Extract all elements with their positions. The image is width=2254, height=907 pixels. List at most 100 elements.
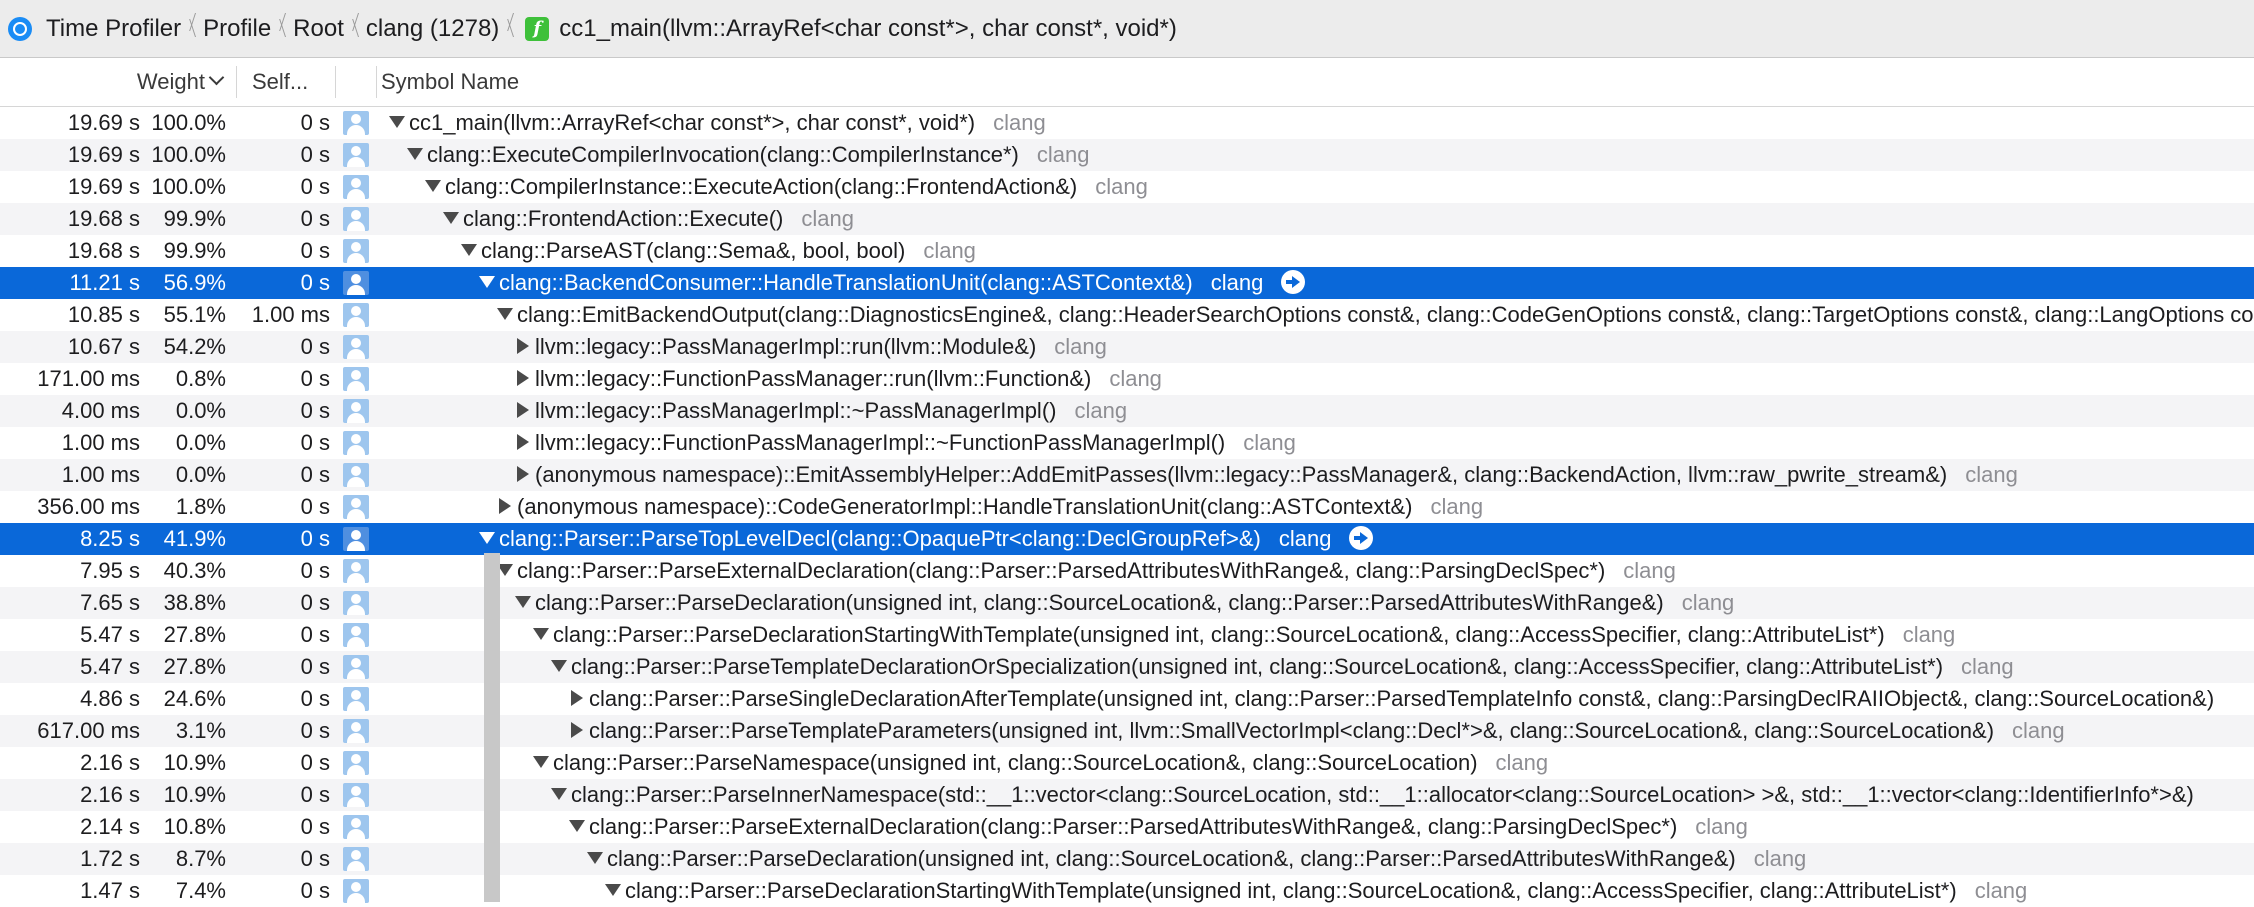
disclosure-expanded-icon[interactable] <box>533 628 549 641</box>
disclosure-expanded-icon[interactable] <box>551 660 567 673</box>
symbol-name: clang::ParseAST(clang::Sema&, bool, bool… <box>481 238 906 263</box>
disclosure-collapsed-icon[interactable] <box>517 402 529 419</box>
disclosure-expanded-icon[interactable] <box>497 308 513 321</box>
disclosure-expanded-icon[interactable] <box>479 532 495 545</box>
disclosure-expanded-icon[interactable] <box>551 788 567 801</box>
user-code-icon <box>343 719 369 743</box>
self-weight: 0 s <box>300 782 330 807</box>
call-tree-row[interactable]: 617.00 ms 3.1% 0 s clang::Parser::ParseTemp… <box>0 715 2254 747</box>
self-weight: 0 s <box>300 846 330 871</box>
call-tree-row[interactable]: 11.21 s 56.9% 0 s clang::BackendConsumer::H… <box>0 267 2254 299</box>
disclosure-expanded-icon[interactable] <box>443 212 459 225</box>
disclosure-collapsed-icon[interactable] <box>499 498 511 515</box>
call-tree-row[interactable]: 4.00 ms 0.0% 0 s llvm::legacy::PassManagerI… <box>0 395 2254 427</box>
column-weight[interactable]: Weight <box>0 58 225 106</box>
breadcrumb-item-function[interactable]: cc1_main(llvm::ArrayRef<char const*>, ch… <box>559 15 1177 43</box>
disclosure-expanded-icon[interactable] <box>407 148 423 161</box>
symbol-cell: clang::Parser::ParseExternalDeclaration(… <box>381 555 2254 587</box>
call-tree-row[interactable]: 7.65 s 38.8% 0 s clang::Parser::ParseDeclar… <box>0 587 2254 619</box>
self-weight: 0 s <box>300 366 330 391</box>
call-tree-row[interactable]: 19.68 s 99.9% 0 s clang::FrontendAction::Ex… <box>0 203 2254 235</box>
disclosure-collapsed-icon[interactable] <box>571 690 583 707</box>
disclosure-expanded-icon[interactable] <box>605 884 621 897</box>
weight-percent: 40.3% <box>163 558 226 583</box>
call-tree-row[interactable]: 4.86 s 24.6% 0 s clang::Parser::ParseSingle… <box>0 683 2254 715</box>
call-tree-row[interactable]: 356.00 ms 1.8% 0 s (anonymous namespace)::C… <box>0 491 2254 523</box>
user-code-icon <box>343 303 369 327</box>
column-symbol-name[interactable]: Symbol Name <box>381 58 519 106</box>
call-tree-row[interactable]: 2.16 s 10.9% 0 s clang::Parser::ParseInnerN… <box>0 779 2254 811</box>
symbol-cell: clang::Parser::ParseNamespace(unsigned i… <box>381 747 2254 779</box>
user-code-icon <box>343 367 369 391</box>
call-tree-row[interactable]: 2.14 s 10.8% 0 s clang::Parser::ParseExtern… <box>0 811 2254 843</box>
go-to-source-icon[interactable] <box>1349 526 1374 551</box>
call-tree-row[interactable]: 2.16 s 10.9% 0 s clang::Parser::ParseNamesp… <box>0 747 2254 779</box>
disclosure-collapsed-icon[interactable] <box>517 434 529 451</box>
disclosure-expanded-icon[interactable] <box>479 276 495 289</box>
symbol-cell: (anonymous namespace)::CodeGeneratorImpl… <box>381 491 2254 523</box>
call-tree-row[interactable]: 19.69 s 100.0% 0 s clang::CompilerInstance:… <box>0 171 2254 203</box>
call-tree-row[interactable]: 171.00 ms 0.8% 0 s llvm::legacy::FunctionPa… <box>0 363 2254 395</box>
call-tree-row[interactable]: 1.00 ms 0.0% 0 s (anonymous namespace)::Emi… <box>0 459 2254 491</box>
symbol-name: clang::EmitBackendOutput(clang::Diagnost… <box>517 302 2254 327</box>
disclosure-collapsed-icon[interactable] <box>517 370 529 387</box>
go-to-source-icon[interactable] <box>1281 270 1306 295</box>
breadcrumb-item-time-profiler[interactable]: Time Profiler <box>46 15 181 43</box>
weight-percent: 10.9% <box>163 782 226 807</box>
column-divider[interactable] <box>376 66 377 98</box>
disclosure-expanded-icon[interactable] <box>425 180 441 193</box>
column-divider[interactable] <box>236 66 237 98</box>
symbol-cell: clang::Parser::ParseInnerNamespace(std::… <box>381 779 2254 811</box>
call-tree-row[interactable]: 1.72 s 8.7% 0 s clang::Parser::ParseDeclara… <box>0 843 2254 875</box>
library-name: clang <box>1109 366 1162 391</box>
breadcrumb-item-profile[interactable]: Profile <box>203 15 271 43</box>
weight-time: 19.69 s <box>67 142 140 167</box>
disclosure-collapsed-icon[interactable] <box>517 466 529 483</box>
weight-percent: 56.9% <box>163 270 226 295</box>
call-tree-row[interactable]: 19.68 s 99.9% 0 s clang::ParseAST(clang::Se… <box>0 235 2254 267</box>
call-tree-row[interactable]: 1.00 ms 0.0% 0 s llvm::legacy::FunctionPass… <box>0 427 2254 459</box>
self-weight: 0 s <box>300 462 330 487</box>
disclosure-collapsed-icon[interactable] <box>517 338 529 355</box>
weight-time: 5.47 s <box>80 654 140 679</box>
weight-percent: 10.9% <box>163 750 226 775</box>
disclosure-expanded-icon[interactable] <box>569 820 585 833</box>
symbol-name: cc1_main(llvm::ArrayRef<char const*>, ch… <box>409 110 976 135</box>
call-tree-row[interactable]: 5.47 s 27.8% 0 s clang::Parser::ParseDeclar… <box>0 619 2254 651</box>
call-tree-row[interactable]: 8.25 s 41.9% 0 s clang::Parser::ParseTopLev… <box>0 523 2254 555</box>
call-tree-row[interactable]: 10.85 s 55.1% 1.00 ms clang::EmitBackendOut… <box>0 299 2254 331</box>
user-code-icon <box>343 815 369 839</box>
user-code-icon <box>343 655 369 679</box>
call-tree-row[interactable]: 5.47 s 27.8% 0 s clang::Parser::ParseTempla… <box>0 651 2254 683</box>
breadcrumb-item-process[interactable]: clang (1278) <box>366 15 499 43</box>
call-tree-row[interactable]: 19.69 s 100.0% 0 s clang::ExecuteCompilerIn… <box>0 139 2254 171</box>
symbol-name: clang::BackendConsumer::HandleTranslatio… <box>499 270 1193 295</box>
weight-time: 1.00 ms <box>61 430 140 455</box>
weight-percent: 0.8% <box>175 366 226 391</box>
disclosure-expanded-icon[interactable] <box>389 116 405 129</box>
column-self[interactable]: Self... <box>252 58 308 106</box>
breadcrumb: Time Profiler Profile Root clang (1278) … <box>0 0 2254 58</box>
self-weight: 0 s <box>300 878 330 903</box>
disclosure-expanded-icon[interactable] <box>533 756 549 769</box>
symbol-cell: (anonymous namespace)::EmitAssemblyHelpe… <box>381 459 2254 491</box>
breadcrumb-item-root[interactable]: Root <box>293 15 344 43</box>
symbol-cell: clang::Parser::ParseTemplateParameters(u… <box>381 715 2254 747</box>
self-weight: 0 s <box>300 238 330 263</box>
disclosure-expanded-icon[interactable] <box>587 852 603 865</box>
symbol-name: clang::Parser::ParseTemplateParameters(u… <box>589 718 1995 743</box>
symbol-cell: clang::Parser::ParseSingleDeclarationAft… <box>381 683 2254 715</box>
library-name: clang <box>1961 654 2014 679</box>
disclosure-expanded-icon[interactable] <box>461 244 477 257</box>
disclosure-collapsed-icon[interactable] <box>571 722 583 739</box>
disclosure-expanded-icon[interactable] <box>515 596 531 609</box>
call-tree-row[interactable]: 7.95 s 40.3% 0 s clang::Parser::ParseExtern… <box>0 555 2254 587</box>
call-tree-row[interactable]: 19.69 s 100.0% 0 s cc1_main(llvm::ArrayRef<… <box>0 107 2254 139</box>
call-tree-row[interactable]: 1.47 s 7.4% 0 s clang::Parser::ParseDeclara… <box>0 875 2254 907</box>
self-weight: 0 s <box>300 526 330 551</box>
column-divider[interactable] <box>335 66 336 98</box>
call-tree-row[interactable]: 10.67 s 54.2% 0 s llvm::legacy::PassManager… <box>0 331 2254 363</box>
symbol-cell: clang::Parser::ParseTemplateDeclarationO… <box>381 651 2254 683</box>
user-code-icon <box>343 687 369 711</box>
symbol-name: clang::Parser::ParseSingleDeclarationAft… <box>589 686 2215 711</box>
